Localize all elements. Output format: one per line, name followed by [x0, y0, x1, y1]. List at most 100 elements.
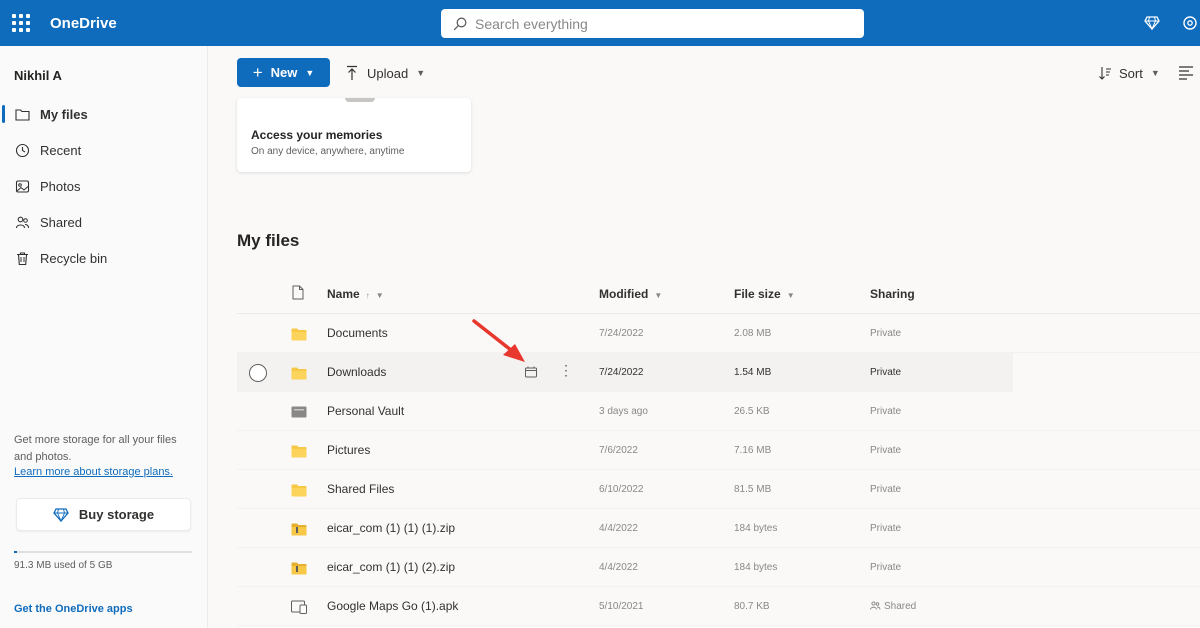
column-header-name-label: Name	[327, 287, 360, 301]
table-row[interactable]: Google Maps Go (1).apk 5/10/2021 80.7 KB…	[237, 587, 1200, 626]
sidebar-item-label: Recent	[40, 142, 82, 158]
storage-usage-bar	[14, 551, 192, 553]
table-row[interactable]: eicar_com (1) (1) (2).zip 4/4/2022 184 b…	[237, 548, 1200, 587]
file-modified: 7/24/2022	[599, 328, 644, 339]
file-modified: 4/4/2022	[599, 562, 638, 573]
app-launcher-icon[interactable]	[12, 14, 30, 32]
folder-icon	[14, 106, 30, 122]
file-modified: 7/6/2022	[599, 445, 638, 456]
file-modified: 7/24/2022	[599, 367, 644, 378]
file-sharing-label: Shared	[884, 601, 917, 612]
apk-file-icon	[291, 599, 307, 615]
storage-plans-link[interactable]: Learn more about storage plans.	[14, 466, 173, 478]
sidebar-item-recycle-bin[interactable]: Recycle bin	[0, 243, 208, 273]
file-sharing: Shared	[870, 601, 916, 612]
upload-icon	[347, 65, 357, 80]
file-modified: 3 days ago	[599, 406, 648, 417]
shared-people-icon	[870, 601, 881, 610]
file-name[interactable]: Shared Files	[327, 482, 394, 496]
sidebar-item-photos[interactable]: Photos	[0, 171, 208, 201]
memories-card[interactable]: Access your memories On any device, anyw…	[237, 98, 471, 172]
file-name[interactable]: Personal Vault	[327, 404, 404, 418]
chevron-down-icon: ▼	[375, 291, 384, 300]
file-name[interactable]: Downloads	[327, 365, 386, 379]
chevron-down-icon: ▼	[1150, 68, 1160, 78]
sidebar-item-my-files[interactable]: My files	[0, 99, 208, 129]
file-name[interactable]: eicar_com (1) (1) (2).zip	[327, 560, 455, 574]
buy-storage-button[interactable]: Buy storage	[16, 498, 191, 531]
column-header-size[interactable]: File size ▼	[734, 287, 795, 301]
get-apps-link[interactable]: Get the OneDrive apps	[14, 603, 133, 615]
file-size: 1.54 MB	[734, 367, 772, 378]
table-row[interactable]: Personal Vault 3 days ago 26.5 KB Privat…	[237, 392, 1200, 431]
storage-usage-fill	[14, 551, 18, 553]
sidebar-item-recent[interactable]: Recent	[0, 135, 208, 165]
storage-note: Get more storage for all your files and …	[14, 434, 177, 463]
file-list-header: Name ↑ ▼ Modified ▼ File size ▼ Sharing	[237, 275, 1200, 314]
new-button-label: New	[270, 65, 298, 80]
search-input[interactable]	[475, 15, 855, 32]
file-name[interactable]: Documents	[327, 326, 388, 340]
folder-icon	[291, 326, 307, 342]
premium-diamond-icon[interactable]	[1142, 13, 1162, 33]
row-select-checkbox[interactable]	[249, 364, 267, 382]
buy-storage-label: Buy storage	[78, 507, 155, 522]
column-header-sharing[interactable]: Sharing	[870, 287, 915, 301]
storage-usage-text: 91.3 MB used of 5 GB	[14, 560, 113, 571]
image-icon	[14, 178, 30, 194]
zip-file-icon	[291, 521, 307, 537]
folder-icon	[291, 482, 307, 498]
file-modified: 4/4/2022	[599, 523, 638, 534]
column-header-name[interactable]: Name ↑ ▼	[327, 287, 384, 301]
new-button[interactable]: + New ▼	[237, 58, 330, 87]
file-name[interactable]: Google Maps Go (1).apk	[327, 599, 458, 613]
search-box[interactable]	[441, 9, 864, 38]
sidebar: Nikhil A My files Recent Photos Shared R…	[0, 46, 208, 628]
search-icon	[453, 17, 467, 30]
settings-icon[interactable]	[1180, 13, 1200, 33]
more-options-icon[interactable]: ⋮	[559, 363, 573, 377]
chevron-down-icon: ▼	[654, 291, 663, 300]
file-modified: 6/10/2022	[599, 484, 644, 495]
share-icon[interactable]	[524, 365, 538, 379]
column-header-modified[interactable]: Modified ▼	[599, 287, 662, 301]
file-type-header-icon[interactable]	[292, 285, 304, 303]
file-sharing: Private	[870, 367, 902, 378]
chevron-down-icon: ▼	[416, 68, 426, 78]
memories-thumbnail	[345, 98, 375, 102]
chevron-down-icon: ▼	[305, 67, 315, 78]
file-size: 26.5 KB	[734, 406, 770, 417]
sort-button[interactable]: Sort ▼	[1098, 60, 1160, 86]
memories-subtitle: On any device, anywhere, anytime	[251, 146, 405, 157]
upload-button[interactable]: Upload ▼	[345, 60, 425, 86]
table-row[interactable]: Documents 7/24/2022 2.08 MB Private	[237, 314, 1200, 353]
table-row[interactable]: Downloads ⋮ 7/24/2022 1.54 MB Private	[237, 353, 1013, 392]
file-sharing: Private	[870, 562, 902, 573]
sidebar-item-label: My files	[40, 106, 88, 122]
zip-file-icon	[291, 560, 307, 576]
file-size: 184 bytes	[734, 562, 778, 573]
chevron-down-icon: ▼	[786, 291, 795, 300]
file-size: 80.7 KB	[734, 601, 770, 612]
sort-arrow-icon: ↑	[365, 291, 370, 300]
app-title[interactable]: OneDrive	[50, 15, 117, 32]
file-name[interactable]: eicar_com (1) (1) (1).zip	[327, 521, 455, 535]
file-size: 184 bytes	[734, 523, 778, 534]
table-row[interactable]: Shared Files 6/10/2022 81.5 MB Private	[237, 470, 1200, 509]
table-row[interactable]: eicar_com (1) (1) (1).zip 4/4/2022 184 b…	[237, 509, 1200, 548]
file-modified: 5/10/2021	[599, 601, 644, 612]
clock-icon	[14, 142, 30, 158]
memories-title: Access your memories	[251, 128, 383, 142]
file-sharing: Private	[870, 523, 902, 534]
file-name[interactable]: Pictures	[327, 443, 370, 457]
folder-icon	[291, 365, 307, 381]
column-header-modified-label: Modified	[599, 287, 649, 301]
sidebar-item-shared[interactable]: Shared	[0, 207, 208, 237]
sidebar-item-label: Photos	[40, 178, 81, 194]
sort-button-label: Sort	[1119, 65, 1143, 81]
view-options-icon[interactable]	[1178, 64, 1194, 80]
page-title: My files	[237, 231, 300, 250]
file-size: 2.08 MB	[734, 328, 772, 339]
table-row[interactable]: Pictures 7/6/2022 7.16 MB Private	[237, 431, 1200, 470]
sidebar-item-label: Recycle bin	[40, 250, 108, 266]
